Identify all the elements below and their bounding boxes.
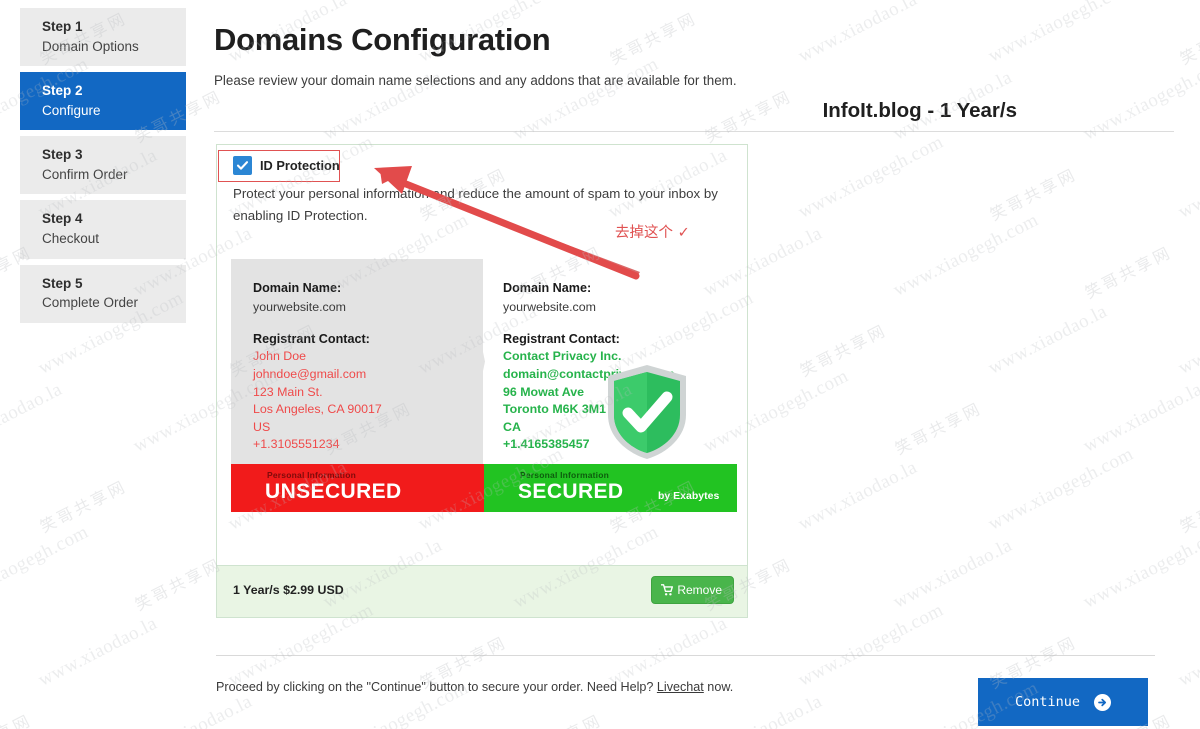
main-content: Domains Configuration Please review your… — [214, 0, 1174, 729]
watermark-text: www.xiaogegh.com — [1175, 287, 1200, 379]
unsecured-band: Personal Information UNSECURED — [231, 464, 484, 512]
unsecured-band-title: UNSECURED — [265, 480, 402, 503]
registrant-line: 123 Main St. — [253, 384, 323, 399]
continue-button-label: Continue — [1014, 694, 1081, 710]
footer-text-before: Proceed by clicking on the "Continue" bu… — [216, 680, 657, 694]
domain-title: InfoIt.blog - 1 Year/s — [822, 99, 1017, 122]
footer-instructions: Proceed by clicking on the "Continue" bu… — [216, 680, 733, 694]
watermark-text: 笑哥共享网 — [36, 476, 131, 537]
annotation-note: 去掉这个 ✓ — [615, 225, 690, 241]
domain-name-label: Domain Name: — [253, 281, 342, 295]
footer-text-after: now. — [703, 680, 734, 694]
unsecured-band-caption: Personal Information — [267, 470, 357, 480]
id-protection-checkbox[interactable] — [233, 156, 252, 175]
sidebar-item-step-4[interactable]: Step 4 Checkout — [20, 200, 186, 259]
arrow-right-circle-icon — [1094, 693, 1112, 711]
watermark-text: 笑哥共享网 — [0, 707, 36, 729]
cart-icon — [661, 584, 674, 596]
step-label: Configure — [42, 102, 101, 118]
registrant-line: US — [253, 419, 271, 434]
continue-button[interactable]: Continue — [978, 678, 1148, 726]
sidebar-item-step-5[interactable]: Step 5 Complete Order — [20, 264, 186, 323]
secured-band-brand: by Exabytes — [658, 490, 720, 502]
footer-divider — [216, 655, 1155, 656]
id-protection-description: Protect your personal information and re… — [233, 186, 718, 223]
step-label: Complete Order — [42, 295, 139, 311]
watermark-text: www.xiaodao.la — [1175, 144, 1200, 223]
sidebar-item-step-2[interactable]: Step 2 Configure — [20, 72, 186, 131]
page-subtitle: Please review your domain name selection… — [214, 73, 737, 88]
secured-band-caption: Personal Information — [520, 470, 610, 480]
page-root: Step 1 Domain Options Step 2 Configure S… — [0, 0, 1200, 729]
watermark-text: 笑哥共享网 — [1176, 8, 1200, 69]
remove-button-label: Remove — [677, 583, 722, 597]
step-number: Step 2 — [42, 83, 83, 99]
page-title: Domains Configuration — [214, 22, 551, 57]
unsecured-card-body: Domain Name: yourwebsite.com Registrant … — [253, 279, 382, 454]
registrant-line: Los Angeles, CA 90017 — [253, 402, 382, 417]
step-number: Step 4 — [42, 211, 83, 227]
secured-band: Personal Information SECURED by Exabytes — [484, 464, 737, 512]
domain-name-label: Domain Name: — [503, 281, 592, 295]
watermark-text: 笑哥共享网 — [131, 554, 226, 615]
registrant-contact-label: Registrant Contact: — [503, 331, 620, 346]
sidebar-item-step-3[interactable]: Step 3 Confirm Order — [20, 136, 186, 195]
registrant-line: johndoe@gmail.com — [253, 367, 367, 381]
security-banner: Personal Information UNSECURED Personal … — [231, 464, 737, 512]
step-label: Checkout — [42, 230, 100, 246]
price-label: 1 Year/s $2.99 USD — [233, 583, 344, 597]
id-protection-label: ID Protection — [260, 158, 340, 173]
registrant-contact-label: Registrant Contact: — [253, 331, 370, 346]
id-protection-row[interactable]: ID Protection — [233, 156, 340, 175]
domain-header: InfoIt.blog - 1 Year/s — [214, 99, 1174, 132]
step-sidebar: Step 1 Domain Options Step 2 Configure S… — [20, 8, 186, 329]
domain-name-value: yourwebsite.com — [253, 299, 346, 314]
step-label: Domain Options — [42, 38, 139, 54]
remove-button[interactable]: Remove — [651, 576, 734, 604]
step-number: Step 3 — [42, 147, 83, 163]
panel-footer: 1 Year/s $2.99 USD Remove — [217, 565, 747, 617]
checkmark-icon — [236, 161, 249, 170]
watermark-text: www.xiaogegh.com — [0, 521, 92, 613]
watermark-text: 笑哥共享网 — [1176, 476, 1200, 537]
step-label: Confirm Order — [42, 166, 128, 182]
registrant-line: John Doe — [253, 349, 307, 364]
privacy-comparison-graphic: Domain Name: yourwebsite.com Registrant … — [231, 259, 737, 517]
domain-name-value: yourwebsite.com — [503, 299, 596, 314]
watermark-text: www.xiaodao.la — [35, 612, 161, 691]
secured-band-title: SECURED — [518, 480, 624, 503]
sidebar-item-step-1[interactable]: Step 1 Domain Options — [20, 8, 186, 67]
domain-config-panel: ID Protection Protect your personal info… — [216, 144, 748, 618]
step-number: Step 1 — [42, 19, 83, 34]
livechat-link[interactable]: Livechat — [657, 680, 704, 694]
watermark-text: www.xiaodao.la — [0, 378, 66, 457]
watermark-text: www.xiaodao.la — [1175, 612, 1200, 691]
shield-check-icon — [608, 365, 686, 459]
step-number: Step 5 — [42, 275, 83, 291]
registrant-line: +1.3105551234 — [253, 437, 340, 452]
